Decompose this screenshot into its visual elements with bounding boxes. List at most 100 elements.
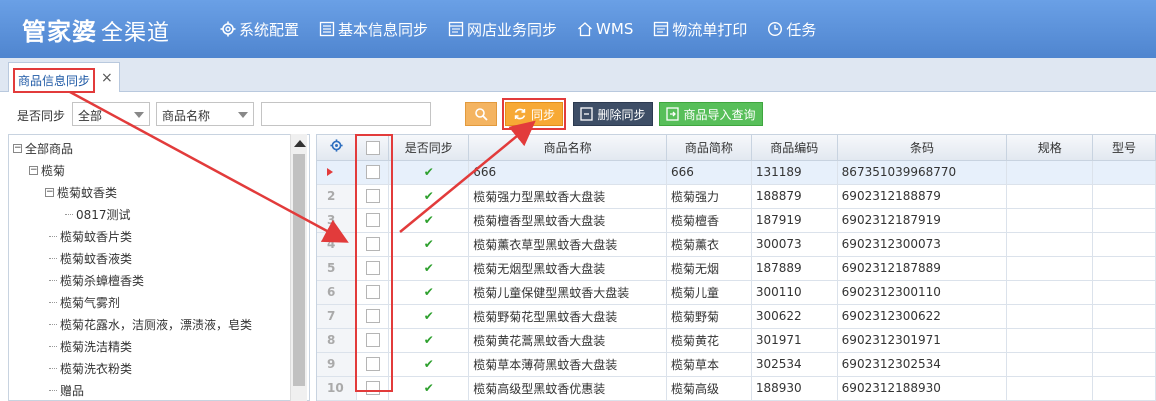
column-header[interactable]: 规格	[1006, 135, 1094, 161]
row-checkbox[interactable]	[365, 285, 380, 300]
column-header[interactable]: 商品编码	[751, 135, 838, 161]
tree-node-item[interactable]: 榄菊洗洁精类	[49, 335, 132, 357]
column-header[interactable]: 条码	[837, 135, 1008, 161]
scroll-thumb[interactable]	[293, 154, 305, 386]
product-model	[1092, 256, 1156, 281]
nav-tasks[interactable]: 任务	[767, 19, 816, 40]
row-select[interactable]	[356, 352, 390, 377]
product-spec	[1006, 376, 1094, 401]
scroll-up-icon[interactable]	[294, 140, 306, 147]
column-header[interactable]: 商品简称	[666, 135, 752, 161]
collapse-icon[interactable]: −	[13, 143, 22, 153]
product-name: 榄菊高级型黑蚊香优惠装	[468, 376, 667, 401]
table-row[interactable]: 10 ✔ 榄菊高级型黑蚊香优惠装 榄菊高级 188930 6902312188930	[317, 376, 1156, 401]
sync-status: ✔	[388, 208, 470, 233]
close-icon[interactable]: ×	[101, 70, 113, 86]
row-checkbox[interactable]	[365, 333, 380, 348]
product-model	[1092, 352, 1156, 377]
tree-node-item[interactable]: 榄菊洗衣粉类	[49, 357, 132, 379]
table-row[interactable]: 8 ✔ 榄菊黄花蒿黑蚊香大盘装 榄菊黄花 301971 6902312301971	[317, 328, 1156, 353]
field-select[interactable]: 商品名称	[156, 102, 254, 126]
nav-logistics-print[interactable]: 物流单打印	[653, 19, 747, 40]
tree-node-category[interactable]: − 榄菊蚊香类	[45, 181, 117, 203]
row-checkbox[interactable]	[365, 261, 380, 276]
row-checkbox[interactable]	[365, 357, 380, 372]
search-input[interactable]	[261, 102, 431, 126]
chevron-down-icon	[134, 112, 144, 118]
tree-node-item[interactable]: 榄菊气雾剂	[49, 291, 120, 313]
main-nav: 系统配置 基本信息同步 网店业务同步 WMS 物流单打印 任务	[220, 0, 836, 58]
row-select[interactable]	[356, 304, 390, 329]
select-all-checkbox[interactable]	[365, 140, 380, 155]
tab-label[interactable]: 商品信息同步	[13, 68, 96, 93]
nav-system-config[interactable]: 系统配置	[220, 19, 299, 40]
sync-filter-label: 是否同步	[17, 109, 66, 123]
tree-label: 赠品	[60, 383, 85, 398]
product-barcode: 6902312300110	[837, 280, 1008, 305]
product-code: 188930	[751, 376, 838, 401]
column-header[interactable]: 是否同步	[388, 135, 470, 161]
tree-node-item[interactable]: 榄菊杀蟑檀香类	[49, 269, 144, 291]
gear-icon[interactable]	[330, 139, 343, 152]
table-row[interactable]: 9 ✔ 榄菊草本薄荷黑蚊香大盘装 榄菊草本 302534 6902312302534	[317, 352, 1156, 377]
row-select[interactable]	[356, 208, 390, 233]
row-number: 4	[317, 232, 358, 257]
row-checkbox[interactable]	[365, 165, 380, 180]
import-query-button[interactable]: 商品导入查询	[659, 102, 763, 126]
table-row[interactable]: 7 ✔ 榄菊野菊花型黑蚊香大盘装 榄菊野菊 300622 6902312300622	[317, 304, 1156, 329]
tree-node-sub[interactable]: 0817测试	[65, 203, 131, 225]
column-settings[interactable]	[317, 135, 358, 161]
tree-node-item[interactable]: 榄菊蚊香液类	[49, 247, 132, 269]
row-select[interactable]	[356, 160, 390, 185]
table-row[interactable]: 4 ✔ 榄菊薰衣草型黑蚊香大盘装 榄菊薰衣 300073 6902312300073	[317, 232, 1156, 257]
table-row[interactable]: ✔ 666 666 131189 867351039968770	[317, 160, 1156, 185]
product-barcode: 6902312302534	[837, 352, 1008, 377]
column-header[interactable]: 商品名称	[468, 135, 667, 161]
table-row[interactable]: 3 ✔ 榄菊檀香型黑蚊香大盘装 榄菊檀香 187919 6902312187919	[317, 208, 1156, 233]
product-model	[1092, 232, 1156, 257]
row-checkbox[interactable]	[365, 237, 380, 252]
gear-icon	[220, 21, 236, 37]
collapse-icon[interactable]: −	[45, 187, 54, 197]
row-select[interactable]	[356, 184, 390, 209]
product-model	[1092, 304, 1156, 329]
search-button[interactable]	[465, 102, 497, 126]
row-checkbox[interactable]	[365, 213, 380, 228]
tree-node-brand[interactable]: − 榄菊	[29, 159, 65, 181]
column-header[interactable]: 型号	[1092, 135, 1156, 161]
product-barcode: 6902312300622	[837, 304, 1008, 329]
tree-node-item[interactable]: 榄菊蚊香片类	[49, 225, 132, 247]
sync-button[interactable]: 同步	[505, 102, 563, 126]
nav-basic-sync[interactable]: 基本信息同步	[319, 19, 428, 40]
row-checkbox[interactable]	[365, 189, 380, 204]
row-number: 2	[317, 184, 358, 209]
sync-button-label: 同步	[530, 107, 555, 122]
row-checkbox[interactable]	[365, 381, 380, 396]
table-row[interactable]: 6 ✔ 榄菊儿童保健型黑蚊香大盘装 榄菊儿童 300110 6902312300110	[317, 280, 1156, 305]
tree-node-item[interactable]: 赠品	[49, 379, 85, 400]
tree-node-root[interactable]: − 全部商品	[13, 137, 73, 159]
product-spec	[1006, 160, 1094, 185]
nav-shop-sync[interactable]: 网店业务同步	[448, 19, 557, 40]
sync-filter-select[interactable]: 全部	[72, 102, 150, 126]
row-select[interactable]	[356, 256, 390, 281]
row-select[interactable]	[356, 376, 390, 401]
table-row[interactable]: 2 ✔ 榄菊强力型黑蚊香大盘装 榄菊强力 188879 6902312188879	[317, 184, 1156, 209]
row-select[interactable]	[356, 328, 390, 353]
row-checkbox[interactable]	[365, 309, 380, 324]
product-barcode: 6902312188879	[837, 184, 1008, 209]
row-select[interactable]	[356, 280, 390, 305]
tree-scrollbar[interactable]	[290, 134, 307, 401]
tab-product-sync[interactable]: 商品信息同步 ×	[8, 62, 120, 93]
product-model	[1092, 208, 1156, 233]
delete-sync-button[interactable]: 删除同步	[573, 102, 653, 126]
row-select[interactable]	[356, 232, 390, 257]
collapse-icon[interactable]: −	[29, 165, 38, 175]
nav-wms[interactable]: WMS	[577, 20, 633, 38]
table-row[interactable]: 5 ✔ 榄菊无烟型黑蚊香大盘装 榄菊无烟 187889 6902312187889	[317, 256, 1156, 281]
select-all-header[interactable]	[356, 135, 390, 161]
tree-label: 榄菊气雾剂	[60, 295, 121, 310]
product-barcode: 6902312300073	[837, 232, 1008, 257]
product-short-name: 榄菊黄花	[666, 328, 752, 353]
tree-node-item[interactable]: 榄菊花露水，洁厕液，漂渍液，皂类	[49, 313, 252, 335]
